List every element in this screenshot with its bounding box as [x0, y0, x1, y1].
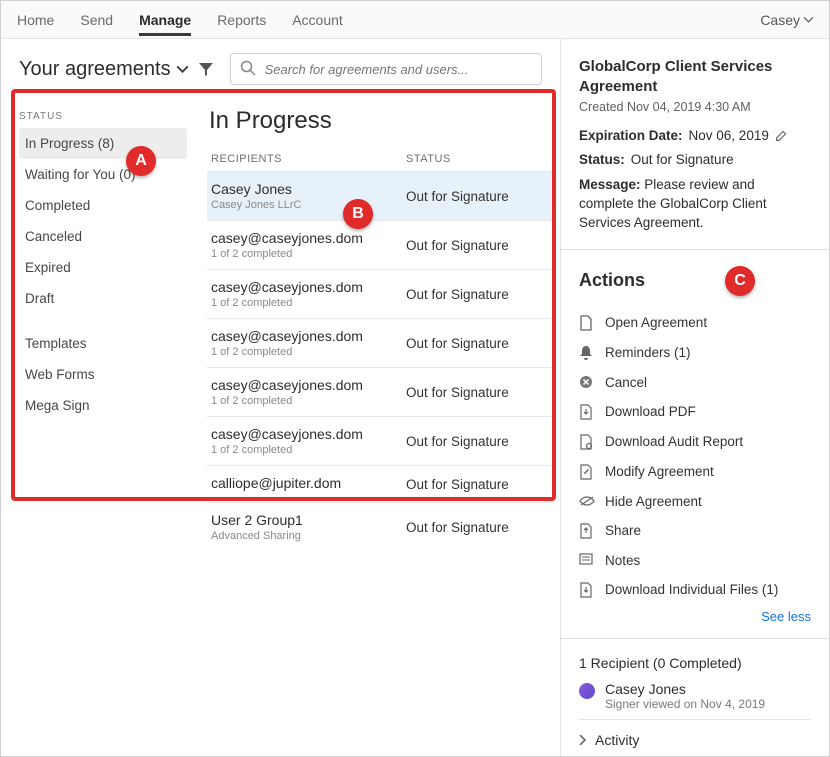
avatar-icon	[579, 683, 595, 699]
chevron-down-icon	[804, 17, 813, 23]
action-modify[interactable]: Modify Agreement	[579, 457, 811, 487]
expiration-label: Expiration Date:	[579, 128, 683, 143]
action-share[interactable]: Share	[579, 516, 811, 546]
sidebar-item-in-progress[interactable]: In Progress (8)	[19, 128, 187, 159]
status-label: Status:	[579, 152, 625, 167]
table-row[interactable]: calliope@jupiter.dom Out for Signature	[207, 465, 554, 502]
action-download-pdf[interactable]: Download PDF	[579, 397, 811, 427]
table-row[interactable]: Casey JonesCasey Jones LLrC Out for Sign…	[207, 171, 554, 220]
recipient-row[interactable]: Casey Jones Signer viewed on Nov 4, 2019	[579, 681, 811, 711]
table-row[interactable]: User 2 Group1Advanced Sharing Out for Si…	[207, 502, 554, 551]
action-cancel[interactable]: Cancel	[579, 368, 811, 397]
sidebar-item-canceled[interactable]: Canceled	[19, 221, 187, 252]
chevron-down-icon	[177, 66, 188, 73]
actions-title: Actions C	[579, 266, 811, 296]
annotation-badge-c: C	[725, 266, 755, 296]
sidebar-item-templates[interactable]: Templates	[19, 328, 187, 359]
notes-icon	[579, 553, 595, 567]
message-label: Message:	[579, 177, 641, 192]
cancel-icon	[579, 375, 595, 389]
file-icon	[579, 315, 595, 331]
filter-icon[interactable]	[198, 61, 214, 77]
share-icon	[579, 523, 595, 539]
nav-home[interactable]: Home	[17, 4, 54, 36]
hide-icon	[579, 495, 595, 507]
sidebar-item-completed[interactable]: Completed	[19, 190, 187, 221]
download-icon	[579, 404, 595, 420]
table-row[interactable]: casey@caseyjones.dom1 of 2 completed Out…	[207, 367, 554, 416]
nav-reports[interactable]: Reports	[217, 4, 266, 36]
chevron-right-icon	[579, 735, 587, 745]
agreement-created: Created Nov 04, 2019 4:30 AM	[579, 100, 811, 114]
sidebar-item-expired[interactable]: Expired	[19, 252, 187, 283]
edit-expiration-icon[interactable]	[775, 129, 788, 142]
sidebar-item-webforms[interactable]: Web Forms	[19, 359, 187, 390]
list-title: In Progress	[209, 107, 554, 135]
status-value: Out for Signature	[631, 152, 734, 167]
search-icon	[240, 60, 256, 76]
table-row[interactable]: casey@caseyjones.dom1 of 2 completed Out…	[207, 220, 554, 269]
edit-icon	[579, 464, 595, 480]
your-agreements-dropdown[interactable]: Your agreements	[19, 58, 188, 81]
sidebar-item-megasign[interactable]: Mega Sign	[19, 390, 187, 421]
table-row[interactable]: casey@caseyjones.dom1 of 2 completed Out…	[207, 318, 554, 367]
recipients-header: 1 Recipient (0 Completed)	[579, 655, 811, 671]
activity-toggle[interactable]: Activity	[579, 719, 811, 756]
sidebar-item-draft[interactable]: Draft	[19, 283, 187, 314]
top-nav: Home Send Manage Reports Account Casey	[1, 1, 829, 39]
nav-manage[interactable]: Manage	[139, 4, 191, 36]
nav-account[interactable]: Account	[292, 4, 343, 36]
files-icon	[579, 582, 595, 598]
user-menu[interactable]: Casey	[760, 12, 813, 28]
table-row[interactable]: casey@caseyjones.dom1 of 2 completed Out…	[207, 269, 554, 318]
col-header-recipients[interactable]: RECIPIENTS	[211, 153, 406, 165]
table-row[interactable]: casey@caseyjones.dom1 of 2 completed Out…	[207, 416, 554, 465]
agreement-list: In Progress RECIPIENTS STATUS Casey Jone…	[197, 95, 560, 756]
action-download-files[interactable]: Download Individual Files (1)	[579, 575, 811, 605]
col-header-status[interactable]: STATUS	[406, 153, 451, 165]
details-panel: GlobalCorp Client Services Agreement Cre…	[561, 39, 829, 756]
nav-send[interactable]: Send	[80, 4, 113, 36]
search-input[interactable]	[230, 53, 542, 85]
agreement-title: GlobalCorp Client Services Agreement	[579, 57, 811, 96]
action-open-agreement[interactable]: Open Agreement	[579, 308, 811, 338]
expiration-value: Nov 06, 2019	[689, 128, 769, 143]
action-reminders[interactable]: Reminders (1)	[579, 338, 811, 368]
sidebar-item-waiting[interactable]: Waiting for You (0)	[19, 159, 187, 190]
action-hide[interactable]: Hide Agreement	[579, 487, 811, 516]
action-download-audit[interactable]: Download Audit Report	[579, 427, 811, 457]
bell-icon	[579, 345, 595, 361]
audit-icon	[579, 434, 595, 450]
sidebar-status-header: STATUS	[19, 111, 187, 122]
action-notes[interactable]: Notes	[579, 546, 811, 575]
status-sidebar: STATUS In Progress (8) Waiting for You (…	[1, 95, 197, 756]
see-less-link[interactable]: See less	[579, 605, 811, 634]
